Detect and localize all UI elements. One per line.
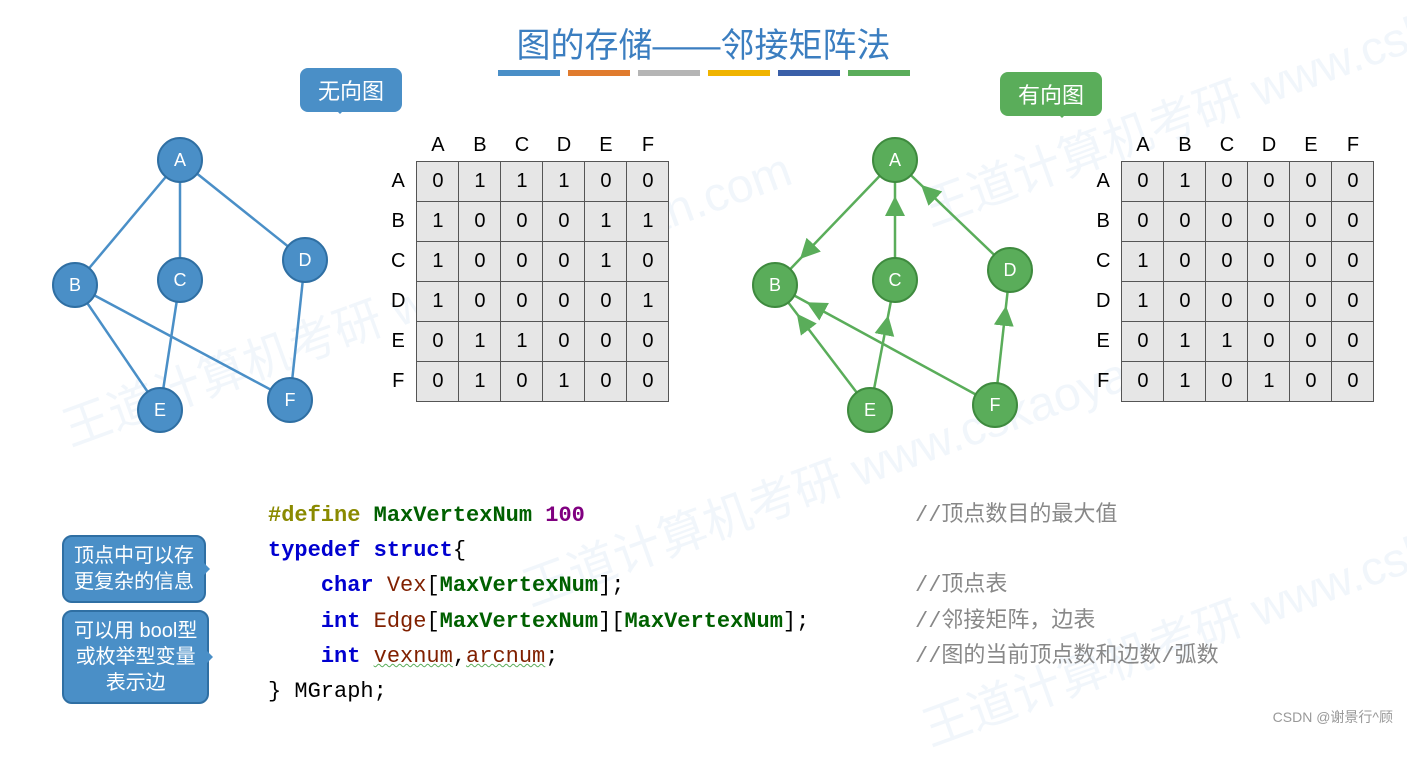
- credit: CSDN @谢景行^顾: [1273, 707, 1393, 727]
- title-underline: [498, 70, 910, 76]
- svg-text:C: C: [889, 270, 902, 290]
- note-vertex: 顶点中可以存更复杂的信息: [62, 535, 206, 603]
- code-comments: //顶点数目的最大值 //顶点表 //邻接矩阵，边表 //图的当前顶点数和边数/…: [915, 498, 1219, 674]
- directed-matrix: ABCDEFA010000B000000C100000D100000E01100…: [1085, 130, 1374, 402]
- svg-text:A: A: [174, 150, 186, 170]
- code-block: #define MaxVertexNum 100 typedef struct{…: [268, 498, 809, 709]
- svg-text:B: B: [769, 275, 781, 295]
- undirected-graph: A B C D E F: [40, 100, 370, 460]
- svg-text:E: E: [154, 400, 166, 420]
- svg-text:B: B: [69, 275, 81, 295]
- page-title: 图的存储——邻接矩阵法: [517, 18, 891, 67]
- directed-graph: A B C D E F: [730, 100, 1060, 460]
- svg-text:E: E: [864, 400, 876, 420]
- svg-text:C: C: [174, 270, 187, 290]
- svg-text:F: F: [285, 390, 296, 410]
- svg-text:D: D: [1004, 260, 1017, 280]
- undirected-matrix: ABCDEFA011100B100011C100010D100001E01100…: [380, 130, 669, 402]
- svg-text:F: F: [990, 395, 1001, 415]
- svg-text:A: A: [889, 150, 901, 170]
- note-edge: 可以用 bool型或枚举型变量表示边: [62, 610, 209, 704]
- svg-text:D: D: [299, 250, 312, 270]
